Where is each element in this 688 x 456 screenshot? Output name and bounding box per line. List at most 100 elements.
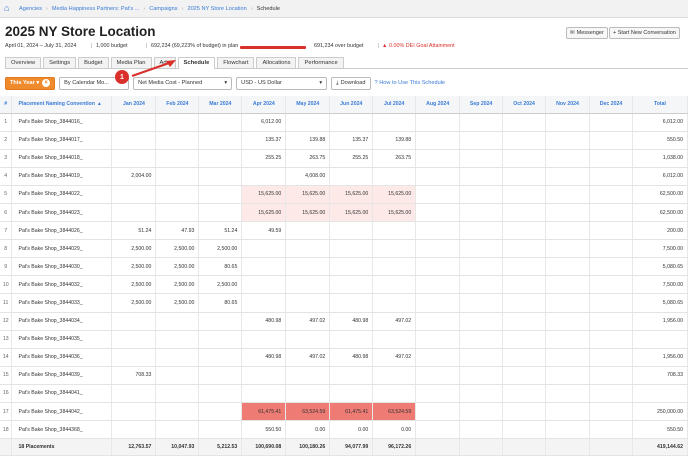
cell-value: [111, 113, 157, 132]
cell-value: 480.98: [329, 348, 374, 367]
breadcrumb-item-schedule: Schedule: [256, 5, 280, 12]
cost-label: Net Media Cost - Planned: [138, 80, 203, 86]
header-month: Aug 2024: [415, 96, 461, 114]
cell-value: [415, 402, 461, 422]
cell-value: [545, 239, 591, 259]
cell-value: 135.37: [241, 131, 287, 150]
breadcrumb-item-partner[interactable]: Media Happiness Partners: Pat's ...: [52, 6, 140, 12]
cell-value: [459, 257, 504, 277]
cell-value: 250,000.00: [632, 402, 688, 422]
header-month: May 2024: [285, 96, 331, 114]
cell-value: 15,625.00: [285, 185, 331, 204]
currency-select[interactable]: USD - US Dollar ▾: [236, 76, 328, 90]
messenger-button[interactable]: ✉ Messenger: [566, 27, 608, 39]
sort-ascending-icon[interactable]: ▲: [97, 101, 102, 107]
header-month: Jul 2024: [372, 96, 417, 114]
breadcrumb-item-campaigns[interactable]: Campaigns: [149, 6, 177, 12]
cell-value: 263.75: [372, 149, 417, 168]
cell-value: [502, 131, 547, 150]
table-header-row: # Placement Naming Convention ▲ Jan 2024 Feb…: [0, 96, 688, 114]
breadcrumb-item-campaign[interactable]: 2025 NY Store Location: [187, 6, 246, 12]
cell-value: [285, 384, 331, 404]
messenger-label: Messenger: [576, 30, 604, 36]
cell-value: [502, 221, 547, 241]
cell-value: [155, 167, 200, 186]
cell-value: [241, 366, 287, 385]
cell-value: [545, 185, 591, 204]
cell-value: [372, 384, 417, 404]
start-conversation-button[interactable]: + Start New Conversation: [609, 27, 680, 39]
cell-value: [155, 113, 200, 132]
home-icon[interactable]: ⌂: [4, 4, 13, 13]
cell-value: [459, 312, 504, 331]
separator: |: [91, 43, 93, 49]
cell-value: [459, 149, 504, 168]
header-placement-name[interactable]: Placement Naming Convention ▲: [11, 96, 113, 114]
cell-value: [198, 185, 243, 204]
row-index: 18: [0, 420, 13, 440]
row-index: 17: [0, 402, 13, 422]
row-index: 2: [0, 131, 13, 150]
row-index: 5: [0, 185, 13, 204]
cell-value: [372, 239, 417, 259]
breadcrumb: ⌂ Agencies › Media Happiness Partners: Pa…: [0, 0, 688, 18]
cell-value: [545, 384, 591, 404]
callout-arrow: [131, 60, 176, 78]
table-row: 8 Pat's Bake Shop_3844029_ 2,500.00 2,500.0…: [0, 239, 688, 259]
chevron-right-icon: ›: [143, 5, 146, 12]
cell-value: [329, 239, 374, 259]
cell-value: 61,475.41: [329, 402, 374, 422]
total-value: 94,077.99: [329, 438, 374, 456]
cell-value: [502, 402, 547, 422]
cell-value: 550.50: [632, 131, 688, 150]
cell-value: [285, 330, 331, 349]
cell-value: [589, 384, 633, 404]
cell-value: 15,625.00: [372, 185, 417, 204]
cell-value: [155, 203, 200, 223]
table-row: 4 Pat's Bake Shop_3844019_ 2,004.00 4,008.0…: [0, 167, 688, 186]
breadcrumb-item-agencies[interactable]: Agencies: [19, 6, 42, 12]
cell-value: [589, 131, 633, 150]
cell-value: 6,012.00: [241, 113, 287, 132]
cell-value: [459, 275, 504, 295]
table-row: 9 Pat's Bake Shop_3844030_ 2,500.00 2,500.0…: [0, 257, 688, 277]
table-row: 18 Pat's Bake Shop_3844368_ 550.50 0.00 0.00…: [0, 420, 688, 440]
cell-value: 0.00: [285, 420, 331, 440]
total-value: [415, 438, 461, 456]
table-row: 12 Pat's Bake Shop_3844034_ 480.98 497.02 48…: [0, 312, 688, 331]
cell-value: 63,524.59: [285, 402, 331, 422]
cell-value: [589, 221, 633, 241]
cell-value: [545, 366, 591, 385]
period-dropdown[interactable]: This Year ▾ ×: [5, 76, 56, 90]
placement-name: Pat's Bake Shop_3844030_: [11, 257, 113, 277]
tab-settings[interactable]: Settings: [43, 57, 77, 68]
tab-performance[interactable]: Performance: [298, 57, 344, 68]
tab-budget[interactable]: Budget: [78, 57, 109, 68]
cell-value: [415, 221, 461, 241]
total-value: 419,144.62: [632, 438, 688, 456]
table-row: 7 Pat's Bake Shop_3844026_ 51.24 47.93 51.24…: [0, 221, 688, 241]
cell-value: [502, 312, 547, 331]
placement-name: Pat's Bake Shop_3844033_: [11, 293, 113, 313]
cell-value: [502, 420, 547, 440]
table-row: 15 Pat's Bake Shop_3844039_ 708.33 708.33: [0, 366, 688, 385]
cell-value: 15,625.00: [241, 185, 287, 204]
cell-value: [415, 257, 461, 277]
help-link[interactable]: ? How to Use This Schedule: [375, 80, 446, 86]
placement-name: Pat's Bake Shop_3844036_: [11, 348, 113, 367]
row-index: 9: [0, 257, 13, 277]
download-button[interactable]: ⤓ Download: [331, 76, 371, 90]
cell-value: 51.24: [198, 221, 243, 241]
cell-value: 255.25: [329, 149, 374, 168]
cell-value: [415, 420, 461, 440]
cell-value: [155, 420, 200, 440]
header-index: #: [0, 96, 13, 114]
placement-name: Pat's Bake Shop_3844022_: [11, 185, 113, 204]
budget-progress-bar: [240, 46, 306, 49]
cell-value: [589, 203, 633, 223]
tab-schedule[interactable]: Schedule: [177, 57, 216, 69]
tab-overview[interactable]: Overview: [5, 57, 42, 68]
clear-icon[interactable]: ×: [42, 79, 51, 87]
tab-allocations[interactable]: Allocations: [256, 57, 297, 68]
tab-flowchart[interactable]: Flowchart: [217, 57, 255, 68]
